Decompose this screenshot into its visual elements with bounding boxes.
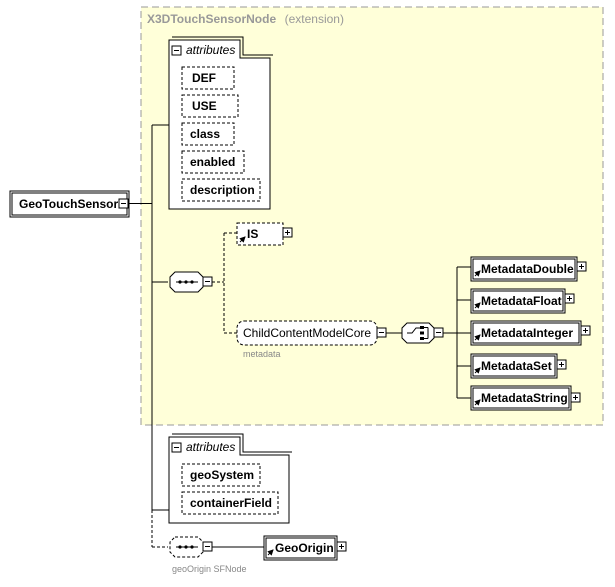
geoorigin-sequence[interactable]	[169, 536, 204, 558]
extension-title: X3DTouchSensorNode (extension)	[147, 10, 344, 27]
metadata-float[interactable]: MetadataFloat	[457, 288, 575, 314]
svg-text:ChildContentModelCore: ChildContentModelCore	[243, 326, 371, 340]
attr-enabled[interactable]: enabled	[181, 150, 245, 174]
attr-geosystem[interactable]: geoSystem	[181, 463, 261, 487]
svg-text:class: class	[190, 127, 220, 141]
root-collapse-icon[interactable]	[118, 198, 129, 209]
attr-class[interactable]: class	[181, 122, 235, 146]
geoorigin-sequence-collapse-icon[interactable]	[202, 541, 213, 552]
choice-collapse-icon[interactable]	[433, 327, 444, 338]
diagram-canvas: X3DTouchSensorNode (extension) GeoTouchS…	[9, 6, 604, 574]
svg-text:MetadataDouble: MetadataDouble	[481, 262, 574, 276]
metadata-integer[interactable]: MetadataInteger	[457, 320, 591, 346]
is-expand-icon[interactable]	[282, 227, 293, 238]
schema-diagram: X3DTouchSensorNode (extension) GeoTouchS…	[0, 0, 615, 582]
geoorigin-expand-icon[interactable]	[336, 541, 347, 552]
svg-text:MetadataFloat: MetadataFloat	[481, 294, 562, 308]
svg-text:MetadataSet: MetadataSet	[481, 359, 552, 373]
svg-text:description: description	[190, 183, 255, 197]
attr-use[interactable]: USE	[181, 94, 239, 118]
metadata-set[interactable]: MetadataSet	[457, 353, 567, 379]
geoorigin-element[interactable]: GeoOrigin	[263, 535, 338, 561]
attributes-top-title: attributes	[186, 43, 235, 57]
attr-description[interactable]: description	[181, 178, 261, 202]
svg-text:DEF: DEF	[192, 71, 216, 85]
svg-text:GeoOrigin: GeoOrigin	[275, 541, 334, 555]
attributes-bottom-title: attributes	[186, 440, 235, 454]
svg-text:MetadataString: MetadataString	[481, 391, 568, 405]
svg-text:containerField: containerField	[190, 496, 272, 510]
child-content-model-core[interactable]: ChildContentModelCore	[236, 320, 378, 346]
metadata-double[interactable]: MetadataDouble	[457, 256, 587, 282]
svg-text:enabled: enabled	[190, 155, 235, 169]
svg-text:USE: USE	[192, 99, 217, 113]
sequence-collapse-icon[interactable]	[202, 276, 213, 287]
svg-text:geoSystem: geoSystem	[190, 468, 254, 482]
is-element[interactable]: IS	[236, 222, 284, 246]
geoorigin-sublabel: geoOrigin SFNode	[172, 564, 247, 574]
attr-def[interactable]: DEF	[181, 66, 235, 90]
child-content-sublabel: metadata	[243, 349, 281, 359]
svg-text:IS: IS	[247, 227, 258, 241]
attr-containerfield[interactable]: containerField	[181, 491, 279, 515]
svg-text:MetadataInteger: MetadataInteger	[481, 326, 573, 340]
sequence-compositor[interactable]	[169, 271, 204, 293]
root-label: GeoTouchSensor	[19, 197, 118, 211]
choice-compositor[interactable]	[401, 322, 435, 344]
child-content-collapse-icon[interactable]	[376, 327, 387, 338]
metadata-string[interactable]: MetadataString	[457, 385, 581, 411]
root-element[interactable]: GeoTouchSensor	[9, 190, 130, 218]
